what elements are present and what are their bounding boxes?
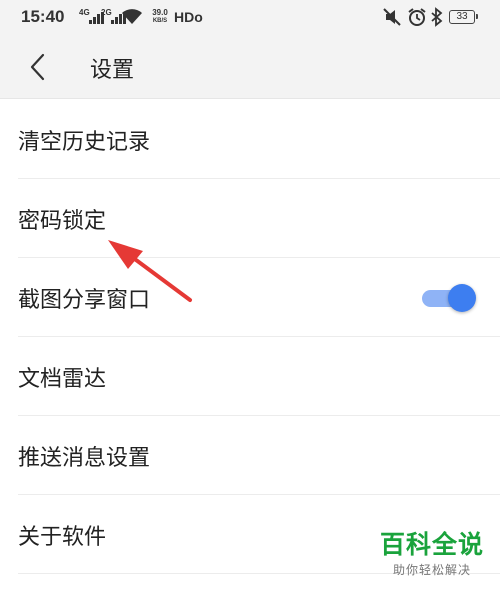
- settings-list: 清空历史记录 密码锁定 截图分享窗口 文档雷达 推送消息设置 关于软件: [0, 100, 500, 574]
- setting-screenshot-share: 截图分享窗口: [18, 258, 500, 337]
- watermark-subtitle: 助你轻松解决: [392, 563, 471, 577]
- status-time: 15:40: [21, 7, 65, 26]
- setting-label: 推送消息设置: [18, 446, 151, 471]
- setting-label: 文档雷达: [18, 367, 107, 392]
- speed-unit: KB/S: [152, 18, 168, 24]
- back-button[interactable]: [18, 47, 58, 87]
- chevron-left-icon: [30, 53, 45, 81]
- network-speed: 39.0 KB/S: [147, 9, 173, 25]
- screen: 15:40 4G 2G 39.0 KB/S HDo 33 设置 清空历史记录 密…: [0, 0, 500, 589]
- alarm-icon: [408, 8, 426, 26]
- signal-icon: 4G: [79, 8, 104, 25]
- status-bar: 15:40 4G 2G 39.0 KB/S HDo 33: [0, 0, 500, 34]
- watermark-title: 百科全说: [379, 530, 484, 559]
- battery-level: 33: [456, 11, 468, 22]
- setting-clear-history[interactable]: 清空历史记录: [18, 100, 500, 179]
- bluetooth-icon: [431, 7, 443, 27]
- setting-password-lock[interactable]: 密码锁定: [18, 179, 500, 258]
- page-title: 设置: [90, 58, 135, 83]
- setting-label: 密码锁定: [18, 209, 107, 234]
- speed-value: 39.0: [152, 8, 168, 17]
- setting-label: 截图分享窗口: [18, 288, 151, 313]
- wifi-icon: [122, 9, 142, 24]
- toggle-knob: [448, 284, 476, 312]
- setting-label: 关于软件: [18, 525, 107, 550]
- app-header: 设置: [0, 34, 500, 99]
- hd-indicator: HDo: [174, 9, 203, 25]
- setting-push-notifications[interactable]: 推送消息设置: [18, 416, 500, 495]
- mute-icon: [383, 8, 401, 26]
- screenshot-share-toggle[interactable]: [420, 284, 478, 312]
- setting-label: 清空历史记录: [18, 130, 151, 155]
- battery-icon: 33: [449, 10, 478, 24]
- watermark-logo: 百科全说 助你轻松解决: [376, 530, 488, 578]
- setting-document-radar[interactable]: 文档雷达: [18, 337, 500, 416]
